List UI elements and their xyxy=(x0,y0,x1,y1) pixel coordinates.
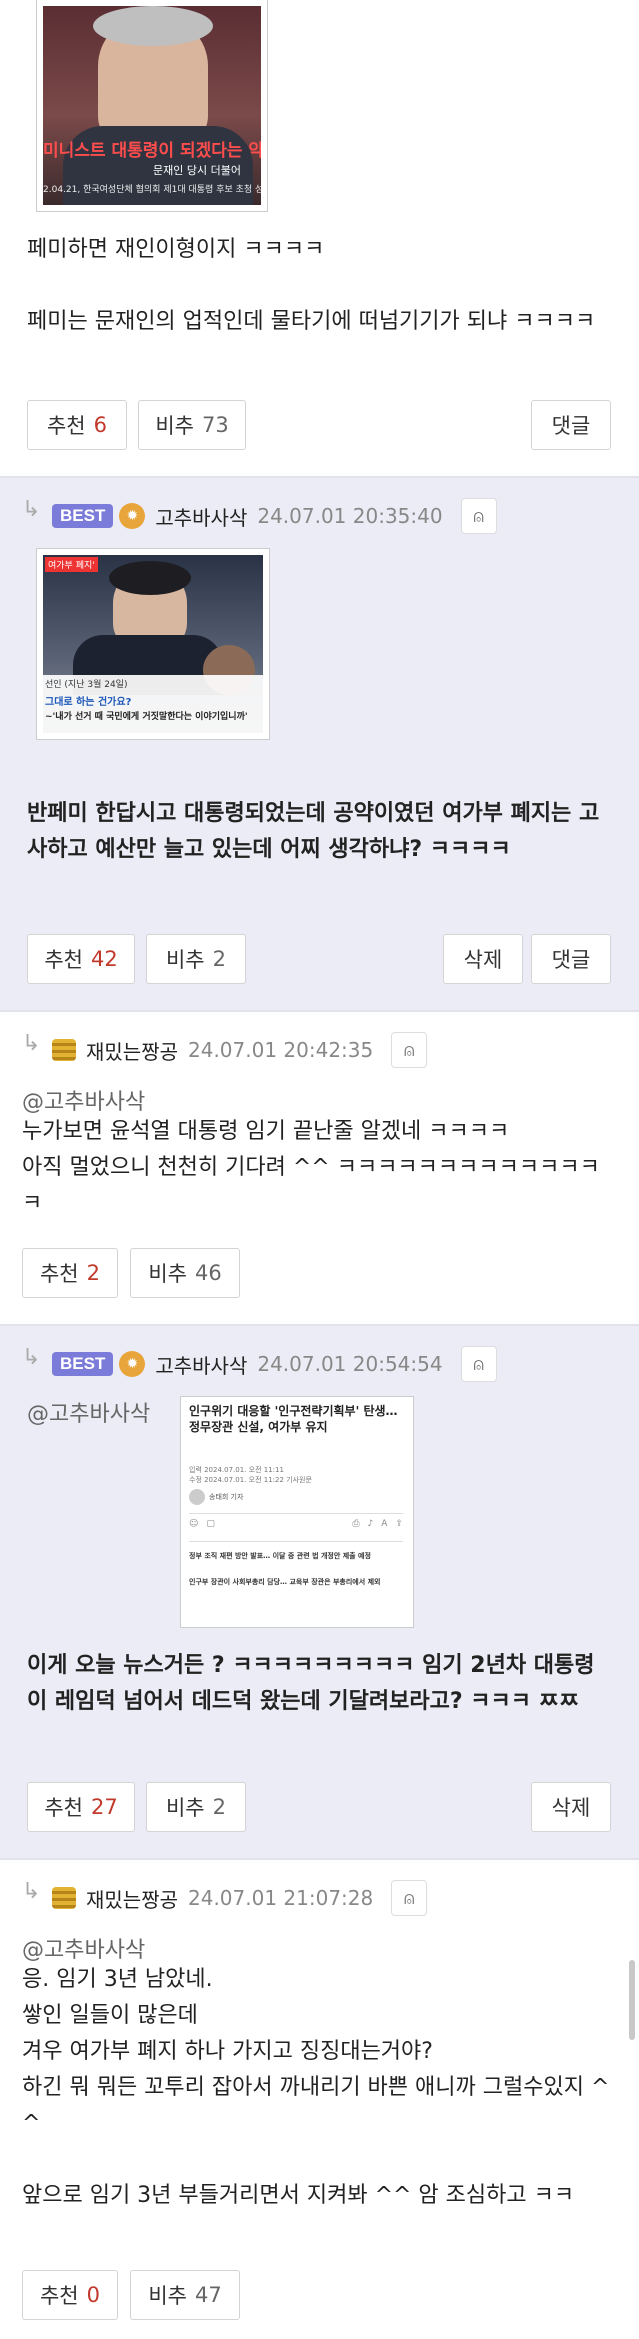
reply-arrow-icon: ↳ xyxy=(22,1878,41,1904)
report-button[interactable]: ⍝ xyxy=(460,498,497,534)
rank-icon xyxy=(52,1039,76,1061)
comment-image[interactable]: 여가부 폐지' 선인 (지난 3월 24일) 그대로 하는 건가요? ~'내가 … xyxy=(36,548,270,740)
comment-date: 24.07.01 20:42:35 xyxy=(188,1038,374,1062)
comment-1: 미니스트 대통령이 되겠다는 약 문재인 당시 더불어 2.04.21, 한국여… xyxy=(0,0,639,476)
mention[interactable]: @고추바사삭 xyxy=(22,1084,145,1116)
report-button[interactable]: ⍝ xyxy=(460,1346,497,1382)
scrollbar[interactable] xyxy=(629,1960,635,2040)
comment-4: ↳ BEST ✹ 고추바사삭 24.07.01 20:54:54 ⍝ @고추바사… xyxy=(0,1326,639,1858)
mention[interactable]: @고추바사삭 xyxy=(22,1932,145,1964)
reply-arrow-icon: ↳ xyxy=(22,1030,41,1056)
comment-text: 응. 임기 3년 남았네. 쌓인 일들이 많은데 겨우 여가부 폐지 하나 가지… xyxy=(22,1967,610,2208)
comment-text: 페미하면 재인이형이지 ㅋㅋㅋㅋ 페미는 문재인의 업적인데 물타기에 떠넘기기… xyxy=(27,237,596,334)
upvote-count: 2 xyxy=(86,1261,100,1285)
image-caption-date: 2.04.21, 한국여성단체 협의회 제1대 대통령 후보 초청 성 xyxy=(43,185,261,195)
siren-icon: ⍝ xyxy=(473,505,484,527)
comment-date: 24.07.01 20:35:40 xyxy=(257,504,443,528)
audio-icon: ♪ xyxy=(367,1519,374,1529)
emoji-icon: ☺ xyxy=(189,1519,199,1529)
news-summary-1: 정부 조직 재편 방안 발표… 이달 중 관련 법 개정안 제출 예정 xyxy=(189,1552,371,1560)
downvote-button[interactable]: 비추 2 xyxy=(146,934,246,984)
news-summary-2: 인구부 장관이 사회부총리 담당… 교육부 장관은 부총리에서 제외 xyxy=(189,1578,381,1586)
downvote-count: 73 xyxy=(201,413,229,437)
news-action-icons: ☺ ▢ ⎙ ♪ A ⇪ xyxy=(189,1519,403,1533)
downvote-button[interactable]: 비추 46 xyxy=(130,1248,240,1298)
print-icon: ⎙ xyxy=(352,1519,360,1529)
downvote-count: 2 xyxy=(212,1795,226,1819)
author-nickname[interactable]: 재밌는짱공 xyxy=(86,1884,178,1913)
best-badge: BEST xyxy=(52,504,114,528)
upvote-button[interactable]: 추천 6 xyxy=(27,400,127,450)
siren-icon: ⍝ xyxy=(473,1353,484,1375)
news-headline: 인구위기 대응할 '인구전략기획부' 탄생… 정무장관 신설, 여가부 유지 xyxy=(189,1404,398,1434)
share-icon: ⇪ xyxy=(395,1519,403,1529)
upvote-button[interactable]: 추천 2 xyxy=(22,1248,118,1298)
upvote-count: 6 xyxy=(93,413,107,437)
comment-text: 누가보면 윤석열 대통령 임기 끝난줄 알겠네 ㅋㅋㅋㅋ 아직 멀었으니 천천히… xyxy=(22,1119,600,1216)
upvote-count: 0 xyxy=(86,2283,100,2307)
reply-button[interactable]: 댓글 xyxy=(531,934,611,984)
upvote-button[interactable]: 추천 42 xyxy=(27,934,135,984)
comment-3: ↳ 재밌는짱공 24.07.01 20:42:35 ⍝ @고추바사삭 누가보면 … xyxy=(0,1012,639,1324)
downvote-count: 2 xyxy=(212,947,226,971)
news-meta-2: 수정 2024.07.01. 오전 11:22 기사원문 xyxy=(189,1476,312,1484)
image-caption-2: 그대로 하는 건가요? xyxy=(45,697,132,708)
image-caption-red: 미니스트 대통령이 되겠다는 약 xyxy=(43,141,261,161)
best-badge: BEST xyxy=(52,1352,114,1376)
comment-image[interactable]: 인구위기 대응할 '인구전략기획부' 탄생… 정무장관 신설, 여가부 유지 입… xyxy=(180,1396,414,1628)
image-caption-1: 선인 (지난 3월 24일) xyxy=(45,680,128,690)
reply-arrow-icon: ↳ xyxy=(22,496,41,522)
news-reporter: 송태희 기자 xyxy=(209,1493,244,1501)
downvote-count: 47 xyxy=(194,2283,222,2307)
siren-icon: ⍝ xyxy=(403,1887,415,1909)
author-nickname[interactable]: 고추바사삭 xyxy=(155,502,247,531)
reply-button[interactable]: 댓글 xyxy=(531,400,611,450)
font-size-icon: A xyxy=(381,1519,388,1529)
comment-text: 반페미 한답시고 대통령되었는데 공약이였던 여가부 폐지는 고사하고 예산만 … xyxy=(27,801,600,862)
report-button[interactable]: ⍝ xyxy=(391,1880,428,1916)
siren-icon: ⍝ xyxy=(403,1039,415,1061)
rank-icon: ✹ xyxy=(119,503,146,529)
image-tag: 여가부 폐지' xyxy=(45,557,98,572)
upvote-count: 42 xyxy=(90,947,118,971)
downvote-count: 46 xyxy=(194,1261,222,1285)
comment-icon: ▢ xyxy=(206,1519,215,1529)
delete-button[interactable]: 삭제 xyxy=(531,1782,611,1832)
comment-text: 이게 오늘 뉴스거든 ? ㅋㅋㅋㅋㅋㅋㅋㅋㅋ 임기 2년차 대통령이 레임덕 넘… xyxy=(27,1653,595,1714)
downvote-button[interactable]: 비추 73 xyxy=(138,400,246,450)
downvote-button[interactable]: 비추 2 xyxy=(146,1782,246,1832)
image-caption-name: 문재인 당시 더불어 xyxy=(153,164,241,177)
delete-button[interactable]: 삭제 xyxy=(443,934,523,984)
downvote-button[interactable]: 비추 47 xyxy=(130,2270,240,2320)
comment-5: ↳ 재밌는짱공 24.07.01 21:07:28 ⍝ @고추바사삭 응. 임기… xyxy=(0,1860,639,2339)
upvote-count: 27 xyxy=(90,1795,118,1819)
image-caption-3: ~'내가 선거 때 국민에게 거짓말한다는 이야기입니까' xyxy=(45,712,248,722)
upvote-button[interactable]: 추천 0 xyxy=(22,2270,118,2320)
mention[interactable]: @고추바사삭 xyxy=(27,1396,150,1428)
rank-icon xyxy=(52,1887,76,1909)
report-button[interactable]: ⍝ xyxy=(391,1032,428,1068)
news-meta-1: 입력 2024.07.01. 오전 11:11 xyxy=(189,1466,284,1474)
author-nickname[interactable]: 고추바사삭 xyxy=(155,1350,247,1379)
comment-image[interactable]: 미니스트 대통령이 되겠다는 약 문재인 당시 더불어 2.04.21, 한국여… xyxy=(36,0,268,212)
author-nickname[interactable]: 재밌는짱공 xyxy=(86,1036,178,1065)
comment-date: 24.07.01 20:54:54 xyxy=(257,1352,443,1376)
rank-icon: ✹ xyxy=(119,1351,146,1377)
reply-arrow-icon: ↳ xyxy=(22,1344,41,1370)
comment-date: 24.07.01 21:07:28 xyxy=(188,1886,374,1910)
comment-2: ↳ BEST ✹ 고추바사삭 24.07.01 20:35:40 ⍝ 여가부 폐… xyxy=(0,478,639,1010)
upvote-button[interactable]: 추천 27 xyxy=(27,1782,135,1832)
reporter-avatar xyxy=(189,1489,205,1505)
